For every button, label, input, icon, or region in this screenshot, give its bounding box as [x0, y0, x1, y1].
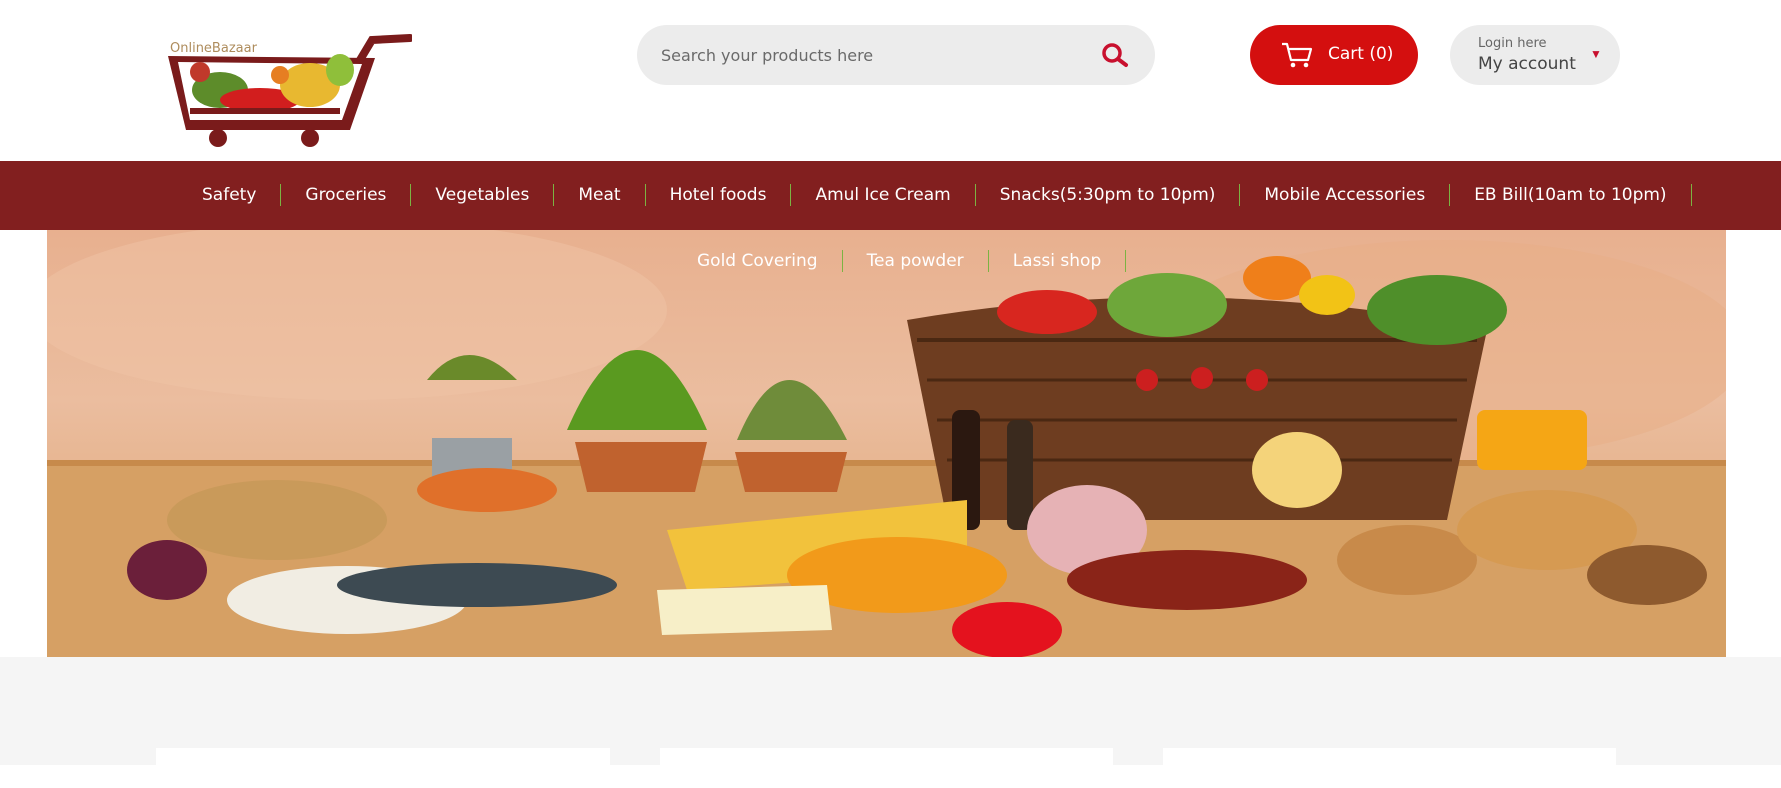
nav-item-groceries[interactable]: Groceries	[305, 185, 386, 205]
nav-divider	[790, 184, 792, 206]
account-label: My account	[1478, 54, 1576, 74]
product-card[interactable]	[156, 748, 610, 788]
nav-row-secondary: Gold Covering Tea powder Lassi shop	[0, 250, 1781, 272]
account-dropdown[interactable]: Login here My account ▼	[1450, 25, 1620, 85]
nav-divider	[841, 250, 843, 272]
nav-divider	[410, 184, 412, 206]
nav-item-mobile-accessories[interactable]: Mobile Accessories	[1264, 185, 1425, 205]
main-nav: Safety Groceries Vegetables Meat Hotel f…	[0, 161, 1781, 230]
nav-item-lassi-shop[interactable]: Lassi shop	[1013, 251, 1102, 271]
cart-label: Cart (0)	[1328, 44, 1394, 64]
nav-item-gold-covering[interactable]: Gold Covering	[697, 251, 818, 271]
chevron-down-icon: ▼	[1590, 47, 1602, 61]
nav-divider	[1125, 250, 1127, 272]
product-card[interactable]	[1163, 748, 1616, 788]
nav-item-vegetables[interactable]: Vegetables	[435, 185, 529, 205]
nav-item-meat[interactable]: Meat	[578, 185, 620, 205]
login-hint: Login here	[1478, 36, 1547, 51]
nav-item-eb-bill[interactable]: EB Bill(10am to 10pm)	[1474, 185, 1666, 205]
nav-divider	[553, 184, 555, 206]
nav-divider	[644, 184, 646, 206]
logo-text: OnlineBazaar	[170, 41, 258, 56]
nav-divider	[987, 250, 989, 272]
product-section	[0, 657, 1781, 788]
nav-divider	[1690, 184, 1692, 206]
nav-divider	[974, 184, 976, 206]
nav-divider	[280, 184, 282, 206]
nav-item-safety[interactable]: Safety	[202, 185, 256, 205]
nav-item-snacks[interactable]: Snacks(5:30pm to 10pm)	[1000, 185, 1216, 205]
site-logo[interactable]: OnlineBazaar	[160, 30, 412, 148]
nav-item-amul-ice-cream[interactable]: Amul Ice Cream	[815, 185, 950, 205]
nav-item-tea-powder[interactable]: Tea powder	[867, 251, 964, 271]
nav-divider	[1239, 184, 1241, 206]
search-input[interactable]	[661, 25, 1081, 85]
search-icon[interactable]	[1101, 42, 1129, 68]
search-bar	[637, 25, 1155, 85]
hero-groceries-image	[47, 230, 1726, 657]
cart-icon	[1282, 42, 1313, 68]
nav-item-hotel-foods[interactable]: Hotel foods	[670, 185, 767, 205]
cart-button[interactable]: Cart (0)	[1250, 25, 1418, 85]
site-header: OnlineBazaar Cart (0) Login her	[0, 0, 1781, 161]
product-card[interactable]	[660, 748, 1113, 788]
hero-banner	[47, 230, 1726, 657]
nav-divider	[1449, 184, 1451, 206]
nav-row-primary: Safety Groceries Vegetables Meat Hotel f…	[202, 184, 1716, 206]
